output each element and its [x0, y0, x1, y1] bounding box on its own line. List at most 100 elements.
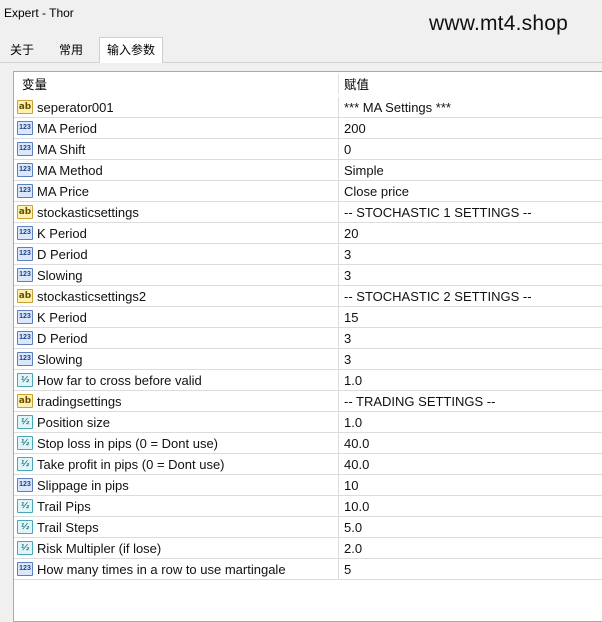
- integer-type-icon: 123: [17, 352, 33, 366]
- parameter-row[interactable]: ab stockasticsettings2 -- STOCHASTIC 2 SET…: [14, 286, 602, 307]
- parameter-row[interactable]: ½ Stop loss in pips (0 = Dont use) 40.0: [14, 433, 602, 454]
- parameter-value[interactable]: 10: [344, 475, 358, 495]
- parameter-name: stockasticsettings: [37, 205, 139, 220]
- integer-type-icon: 123: [17, 478, 33, 492]
- parameter-name: Slowing: [37, 352, 83, 367]
- parameter-value[interactable]: *** MA Settings ***: [344, 97, 451, 117]
- parameter-name: stockasticsettings2: [37, 289, 147, 304]
- parameter-value[interactable]: 2.0: [344, 538, 362, 558]
- parameter-row[interactable]: ½ Trail Steps 5.0: [14, 517, 602, 538]
- double-type-icon: ½: [17, 373, 33, 387]
- parameter-row[interactable]: 123 K Period 20: [14, 223, 602, 244]
- string-type-icon: ab: [17, 100, 33, 114]
- parameter-value[interactable]: 15: [344, 307, 358, 327]
- parameter-value[interactable]: 3: [344, 265, 351, 285]
- parameter-name: Slowing: [37, 268, 83, 283]
- parameter-value[interactable]: 0: [344, 139, 351, 159]
- parameter-value[interactable]: 200: [344, 118, 366, 138]
- string-type-icon: ab: [17, 205, 33, 219]
- double-type-icon: ½: [17, 457, 33, 471]
- parameter-row[interactable]: ½ Risk Multipler (if lose) 2.0: [14, 538, 602, 559]
- parameter-value[interactable]: 40.0: [344, 454, 369, 474]
- double-type-icon: ½: [17, 415, 33, 429]
- cell-divider: [338, 517, 339, 537]
- parameter-row[interactable]: 123 K Period 15: [14, 307, 602, 328]
- parameter-row[interactable]: 123 MA Period 200: [14, 118, 602, 139]
- cell-divider: [338, 391, 339, 411]
- parameter-value[interactable]: -- STOCHASTIC 1 SETTINGS --: [344, 202, 532, 222]
- tab-common[interactable]: 常用: [48, 38, 94, 62]
- cell-divider: [338, 286, 339, 306]
- parameter-name: Slippage in pips: [37, 478, 129, 493]
- cell-divider: [338, 370, 339, 390]
- cell-divider: [338, 349, 339, 369]
- parameter-row[interactable]: 123 How many times in a row to use martin…: [14, 559, 602, 580]
- parameter-value[interactable]: 5.0: [344, 517, 362, 537]
- integer-type-icon: 123: [17, 562, 33, 576]
- column-divider[interactable]: [338, 74, 339, 94]
- cell-divider: [338, 139, 339, 159]
- string-type-icon: ab: [17, 394, 33, 408]
- parameter-value[interactable]: -- STOCHASTIC 2 SETTINGS --: [344, 286, 532, 306]
- double-type-icon: ½: [17, 541, 33, 555]
- cell-divider: [338, 97, 339, 117]
- parameter-row[interactable]: 123 MA Method Simple: [14, 160, 602, 181]
- parameter-row[interactable]: ab stockasticsettings -- STOCHASTIC 1 SETT…: [14, 202, 602, 223]
- parameter-value[interactable]: 3: [344, 328, 351, 348]
- cell-divider: [338, 181, 339, 201]
- integer-type-icon: 123: [17, 142, 33, 156]
- parameter-value[interactable]: 40.0: [344, 433, 369, 453]
- parameter-row[interactable]: ab seperator001 *** MA Settings ***: [14, 97, 602, 118]
- parameter-row[interactable]: 123 D Period 3: [14, 328, 602, 349]
- tab-inputs[interactable]: 输入参数: [99, 37, 163, 63]
- parameter-value[interactable]: 3: [344, 349, 351, 369]
- parameter-row[interactable]: ½ How far to cross before valid 1.0: [14, 370, 602, 391]
- parameter-value[interactable]: 10.0: [344, 496, 369, 516]
- integer-type-icon: 123: [17, 268, 33, 282]
- parameter-name: Position size: [37, 415, 110, 430]
- parameter-row[interactable]: 123 Slowing 3: [14, 265, 602, 286]
- parameter-value[interactable]: 1.0: [344, 370, 362, 390]
- integer-type-icon: 123: [17, 184, 33, 198]
- parameter-value[interactable]: 20: [344, 223, 358, 243]
- parameter-name: Stop loss in pips (0 = Dont use): [37, 436, 219, 451]
- column-header-variable[interactable]: 变量: [22, 72, 47, 96]
- column-header-value[interactable]: 赋值: [344, 72, 369, 96]
- parameter-name: K Period: [37, 310, 87, 325]
- parameter-value[interactable]: Simple: [344, 160, 384, 180]
- parameter-row[interactable]: 123 D Period 3: [14, 244, 602, 265]
- tab-about[interactable]: 关于: [2, 38, 42, 62]
- parameter-value[interactable]: 3: [344, 244, 351, 264]
- parameter-value[interactable]: 1.0: [344, 412, 362, 432]
- title-bar: Expert - Thor www.mt4.shop: [0, 0, 602, 35]
- parameter-name: Trail Steps: [37, 520, 99, 535]
- parameter-rows: ab seperator001 *** MA Settings *** 123 MA P…: [14, 97, 602, 580]
- parameter-name: MA Period: [37, 121, 97, 136]
- parameter-row[interactable]: ab tradingsettings -- TRADING SETTINGS --: [14, 391, 602, 412]
- parameter-name: Trail Pips: [37, 499, 91, 514]
- inputs-panel: 变量 赋值 ab seperator001 *** MA Settings *** 1…: [0, 63, 602, 622]
- cell-divider: [338, 412, 339, 432]
- integer-type-icon: 123: [17, 247, 33, 261]
- parameter-name: D Period: [37, 247, 88, 262]
- cell-divider: [338, 433, 339, 453]
- parameter-row[interactable]: 123 Slowing 3: [14, 349, 602, 370]
- parameter-row[interactable]: 123 Slippage in pips 10: [14, 475, 602, 496]
- integer-type-icon: 123: [17, 331, 33, 345]
- parameter-value[interactable]: 5: [344, 559, 351, 579]
- cell-divider: [338, 496, 339, 516]
- parameter-row[interactable]: ½ Take profit in pips (0 = Dont use) 40.0: [14, 454, 602, 475]
- parameter-row[interactable]: 123 MA Shift 0: [14, 139, 602, 160]
- parameter-value[interactable]: -- TRADING SETTINGS --: [344, 391, 495, 411]
- parameter-name: MA Shift: [37, 142, 86, 157]
- parameter-name: MA Method: [37, 163, 103, 178]
- parameter-name: How far to cross before valid: [37, 373, 202, 388]
- parameter-row[interactable]: 123 MA Price Close price: [14, 181, 602, 202]
- parameter-row[interactable]: ½ Position size 1.0: [14, 412, 602, 433]
- parameter-name: Take profit in pips (0 = Dont use): [37, 457, 225, 472]
- cell-divider: [338, 202, 339, 222]
- parameter-value[interactable]: Close price: [344, 181, 409, 201]
- tab-bar: 关于 常用 输入参数: [0, 37, 602, 63]
- parameter-name: tradingsettings: [37, 394, 122, 409]
- parameter-row[interactable]: ½ Trail Pips 10.0: [14, 496, 602, 517]
